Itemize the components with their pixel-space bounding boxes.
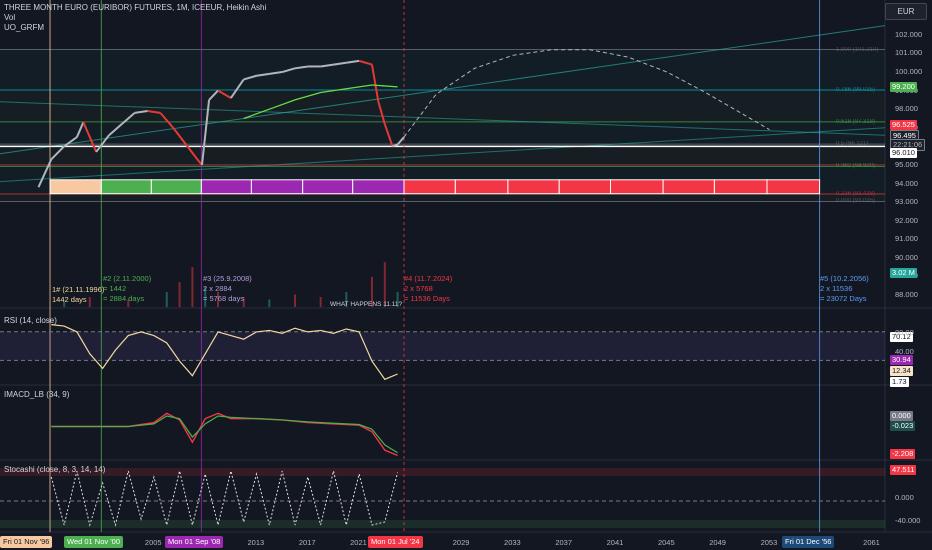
cycle3-annotation: #3 (25.9.2008) 2 x 2884 = 5768 days	[203, 274, 252, 303]
cycle-block-5	[302, 179, 354, 195]
currency-button[interactable]: EUR	[885, 3, 927, 20]
rsi-tick-40: 40.00	[895, 347, 914, 356]
cycle-block-13	[713, 179, 768, 195]
stoch-value-tag: 47.511	[890, 465, 917, 475]
white-price-tag: 96.010	[890, 148, 917, 158]
price-tick-2: 100.000	[895, 67, 923, 77]
cycle4-annotation: #4 (11.7.2024) 2 x 5768 = 11536 Days	[404, 274, 453, 303]
price-tick-10: 92.000	[895, 215, 918, 225]
fib-label-6: 0.000 (93.035)	[836, 198, 876, 205]
chart-header: THREE MONTH EURO (EURIBOR) FUTURES, 1M, …	[4, 3, 266, 33]
stoch-ob-zone	[0, 468, 885, 476]
fib-label-3: 0.5 (96.121)	[836, 141, 869, 148]
cycle-block-12	[662, 179, 715, 195]
fib-label-1: 0.786 (99.035)	[836, 86, 876, 93]
cycle1-annotation: 1# (21.11.1996) 1442 days	[52, 285, 105, 304]
rsi-pane-label[interactable]: RSI (14, close)	[4, 316, 57, 325]
price-tick-0: 102.000	[895, 29, 923, 39]
price-tick-12: 90.000	[895, 252, 918, 262]
volume-indicator-label[interactable]: Vol	[4, 13, 266, 23]
fib-band-3	[0, 144, 885, 167]
time-tick-7: 2041	[606, 538, 624, 547]
volume-bar-11	[319, 297, 322, 307]
price-tick-8: 94.000	[895, 178, 918, 188]
cycle-block-14	[766, 179, 821, 195]
symbol-title[interactable]: THREE MONTH EURO (EURIBOR) FUTURES, 1M, …	[4, 3, 266, 13]
fib-band-2	[0, 121, 885, 145]
cycle-block-6	[352, 179, 405, 195]
cycle-date-badge-2: Mon 01 Sep '08	[165, 536, 224, 548]
cycle-date-badge-1: Wed 01 Nov '00	[64, 536, 123, 548]
cycle-block-0	[49, 179, 102, 195]
macd-pane-label[interactable]: IMACD_LB (34, 9)	[4, 390, 69, 399]
price-tick-1: 101.000	[895, 48, 923, 58]
rsi-tick-80: 80.00	[895, 328, 914, 337]
stoch-os-zone	[0, 520, 885, 528]
time-tick-11: 2061	[863, 538, 880, 547]
rsi-band	[0, 331, 885, 361]
time-tick-0: 2005	[144, 538, 162, 547]
cycle-block-3	[200, 179, 252, 195]
price-tick-14: 88.000	[895, 289, 918, 299]
time-tick-8: 2045	[657, 538, 675, 547]
high-price-tag: 96.525	[890, 120, 917, 130]
price-tick-7: 95.000	[895, 159, 918, 169]
stoch-tick-0: 0.000	[895, 493, 914, 502]
time-tick-2: 2017	[298, 538, 316, 547]
macd-line	[51, 412, 398, 457]
cycle-block-9	[507, 179, 560, 195]
cycle2-annotation: #2 (2.11.2000) = 1442 = 2884 days	[103, 274, 152, 303]
cycle-date-badge-4: Fri 01 Dec '56	[782, 536, 835, 548]
macd-zero-tag: 0.000	[890, 411, 913, 421]
volume-bar-3	[165, 292, 168, 307]
time-tick-4: 2029	[452, 538, 470, 547]
fib-label-2: 0.618 (97.318)	[836, 118, 876, 125]
stoch-pane-label[interactable]: Stocashi (close, 8, 3, 14, 14)	[4, 465, 105, 474]
volume-bar-4	[178, 282, 181, 307]
time-tick-10: 2053	[760, 538, 778, 547]
uo-indicator-label[interactable]: UO_GRFM	[4, 23, 266, 33]
time-tick-3: 2021	[350, 538, 367, 547]
fib-label-0: 1.000 (101.210)	[836, 46, 879, 53]
macd-value-tag: -2.208	[890, 449, 916, 459]
rsi-value-tag: 12.34	[890, 366, 913, 376]
fib-band-1	[0, 89, 885, 122]
price-tick-4: 98.000	[895, 104, 918, 114]
cycle-block-11	[610, 179, 664, 195]
cycle5-annotation: #5 (10.2.2056) 2 x 11536 = 23072 Days	[820, 274, 869, 303]
what-happens-note: WHAT HAPPENS 11.11?	[330, 301, 403, 308]
chart-root[interactable]: THREE MONTH EURO (EURIBOR) FUTURES, 1M, …	[0, 0, 932, 550]
macd-signal-tag: -0.023	[890, 421, 916, 431]
price-tick-11: 91.000	[895, 234, 918, 244]
cycle-block-2	[150, 179, 202, 195]
volume-tag: 3.02 M	[890, 268, 917, 278]
cycle-block-10	[558, 179, 612, 195]
fib-band-0	[0, 49, 885, 90]
price-tick-9: 93.000	[895, 197, 918, 207]
volume-bar-9	[268, 299, 271, 307]
cycle-block-8	[454, 179, 509, 195]
macd-signal-line	[51, 415, 398, 454]
time-tick-5: 2033	[504, 538, 521, 547]
time-tick-1: 2013	[247, 538, 265, 547]
stoch-tick-neg40: -40.000	[895, 516, 921, 525]
cycle-date-badge-3: Mon 01 Jul '24	[368, 536, 423, 548]
ma-price-tag: 99.200	[890, 82, 917, 92]
cycle-block-7	[403, 179, 456, 195]
rsi-min-tag: 1.73	[890, 377, 909, 387]
cycle-date-badge-0: Fri 01 Nov '96	[0, 536, 53, 548]
cycle-block-1	[100, 179, 152, 195]
fib-band-5	[0, 193, 885, 202]
volume-bar-5	[191, 267, 194, 307]
volume-bar-10	[294, 294, 296, 307]
time-tick-9: 2049	[709, 538, 726, 547]
time-tick-6: 2037	[555, 538, 573, 547]
stoch-line	[50, 470, 399, 527]
rsi-lower-tag: 30.94	[890, 355, 913, 365]
fib-label-4: 0.382 (94.920)	[836, 163, 876, 170]
cycle-block-4	[250, 179, 304, 195]
